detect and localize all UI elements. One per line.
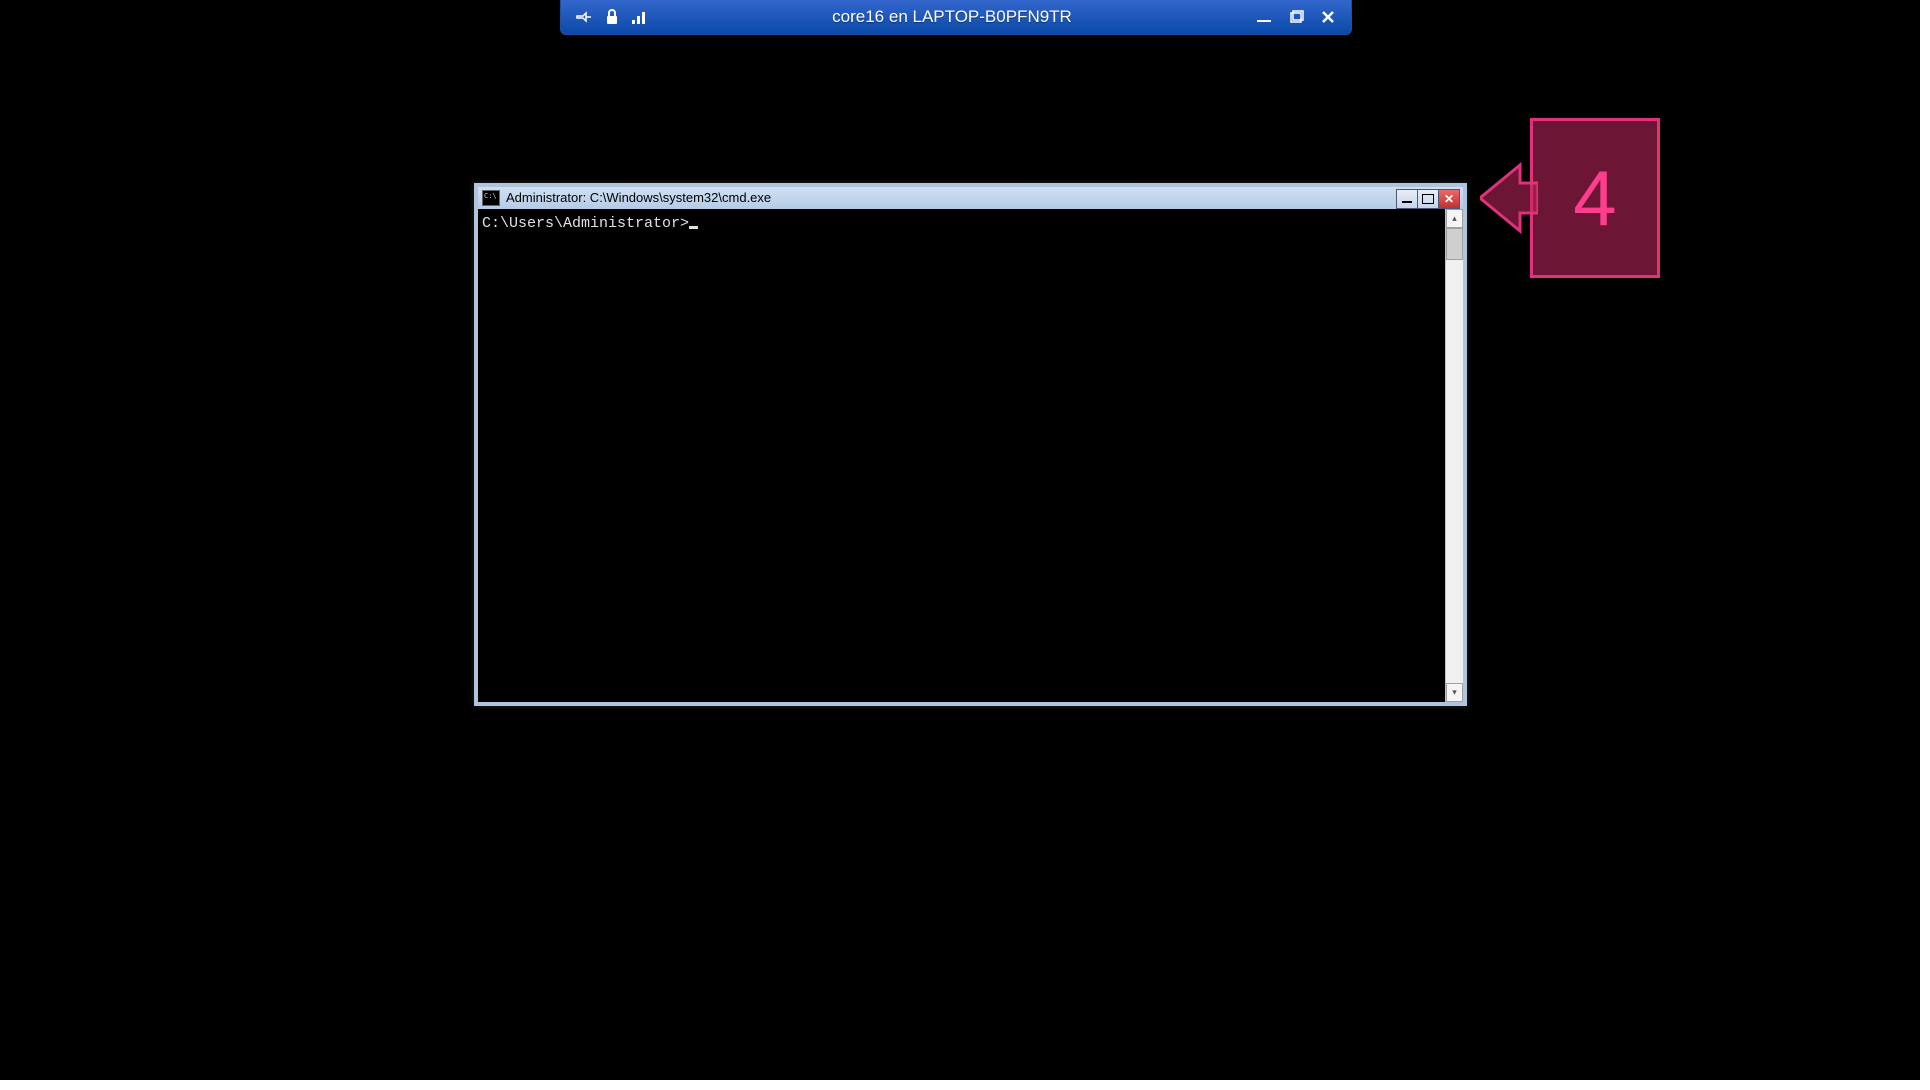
cmd-close-button[interactable]: ✕ xyxy=(1438,189,1460,209)
scroll-thumb[interactable] xyxy=(1446,228,1463,260)
scroll-down-button[interactable]: ▾ xyxy=(1446,683,1463,702)
cmd-window[interactable]: Administrator: C:\Windows\system32\cmd.e… xyxy=(474,183,1467,706)
annotation-callout: 4 xyxy=(1480,118,1660,278)
annotation-number: 4 xyxy=(1573,153,1616,244)
rdp-minimize-button[interactable] xyxy=(1255,8,1273,26)
cmd-window-title: Administrator: C:\Windows\system32\cmd.e… xyxy=(506,187,1397,209)
cursor xyxy=(689,226,698,229)
scroll-track[interactable] xyxy=(1446,228,1463,683)
rdp-connection-bar: core16 en LAPTOP-B0PFN9TR xyxy=(560,0,1352,35)
lock-icon xyxy=(603,8,621,26)
cmd-maximize-button[interactable] xyxy=(1417,189,1439,209)
rdp-close-button[interactable] xyxy=(1319,8,1337,26)
remote-desktop-screen: core16 en LAPTOP-B0PFN9TR Administrator:… xyxy=(0,0,1920,1080)
rdp-restore-button[interactable] xyxy=(1287,8,1305,26)
cmd-prompt-text: C:\Users\Administrator> xyxy=(482,215,689,232)
cmd-terminal-body[interactable]: C:\Users\Administrator> xyxy=(478,209,1445,702)
scroll-up-button[interactable]: ▴ xyxy=(1446,209,1463,228)
cmd-scrollbar[interactable]: ▴ ▾ xyxy=(1445,209,1463,702)
cmd-icon xyxy=(482,190,500,206)
cmd-titlebar[interactable]: Administrator: C:\Windows\system32\cmd.e… xyxy=(478,187,1463,210)
signal-icon xyxy=(631,8,649,26)
pin-icon[interactable] xyxy=(575,8,593,26)
cmd-minimize-button[interactable] xyxy=(1396,189,1418,209)
rdp-connection-title: core16 en LAPTOP-B0PFN9TR xyxy=(649,7,1255,27)
